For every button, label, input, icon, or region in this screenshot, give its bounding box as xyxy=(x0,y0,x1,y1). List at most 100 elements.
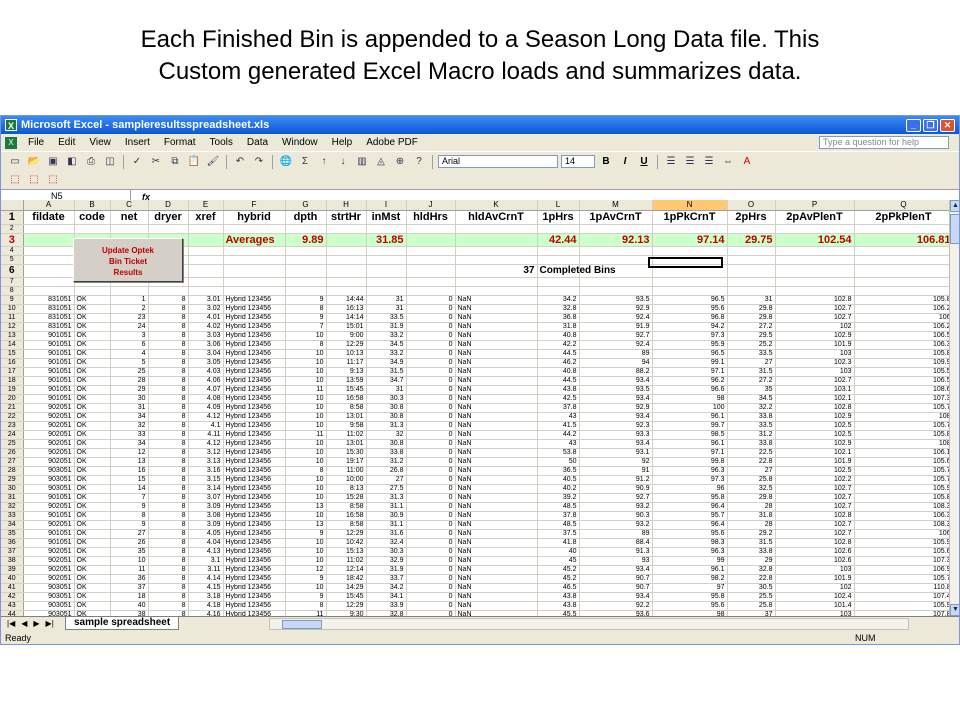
data-cell[interactable]: 93.4 xyxy=(579,412,653,422)
data-cell[interactable]: 31 xyxy=(366,385,407,395)
data-cell[interactable]: 98.5 xyxy=(652,430,728,440)
data-cell[interactable]: OK xyxy=(74,502,111,512)
data-cell[interactable]: 48.5 xyxy=(537,502,580,512)
data-cell[interactable]: 33.8 xyxy=(727,439,776,449)
data-cell[interactable]: 8 xyxy=(148,556,189,566)
menu-item-data[interactable]: Data xyxy=(240,137,275,148)
completed-count[interactable]: 37 xyxy=(455,264,538,278)
data-cell[interactable]: 1 xyxy=(110,295,149,305)
data-cell[interactable]: 32.4 xyxy=(366,538,407,548)
data-cell[interactable]: OK xyxy=(74,403,111,413)
average-cell[interactable]: 97.14 xyxy=(652,233,728,247)
data-cell[interactable]: OK xyxy=(74,466,111,476)
data-cell[interactable]: NaN xyxy=(455,394,538,404)
data-cell[interactable]: 8 xyxy=(148,331,189,341)
cell[interactable] xyxy=(406,246,456,256)
menu-item-window[interactable]: Window xyxy=(275,137,325,148)
data-cell[interactable]: 8 xyxy=(148,394,189,404)
data-cell[interactable]: 34.5 xyxy=(727,394,776,404)
data-cell[interactable]: OK xyxy=(74,340,111,350)
permission-icon[interactable]: ◧ xyxy=(64,155,80,169)
data-cell[interactable]: 16:13 xyxy=(326,304,367,314)
data-cell[interactable]: 831051 xyxy=(23,313,75,323)
data-cell[interactable]: 107.4 xyxy=(854,592,949,602)
data-cell[interactable]: 15:13 xyxy=(326,547,367,557)
data-cell[interactable]: 40.8 xyxy=(537,367,580,377)
data-cell[interactable]: 36 xyxy=(110,574,149,584)
row-number[interactable]: 36 xyxy=(1,538,24,548)
data-cell[interactable]: 43.8 xyxy=(537,601,580,611)
data-cell[interactable]: 40.8 xyxy=(537,331,580,341)
data-cell[interactable]: 11:02 xyxy=(326,556,367,566)
data-cell[interactable]: 15:45 xyxy=(326,385,367,395)
data-cell[interactable]: 40.5 xyxy=(537,475,580,485)
data-cell[interactable]: 10:13 xyxy=(326,349,367,359)
cell[interactable] xyxy=(579,277,653,287)
data-cell[interactable]: 16 xyxy=(110,466,149,476)
data-cell[interactable]: 102.2 xyxy=(775,475,855,485)
data-cell[interactable]: 105.7 xyxy=(854,466,949,476)
data-cell[interactable]: 105.7 xyxy=(854,421,949,431)
data-cell[interactable]: 99.7 xyxy=(652,421,728,431)
data-cell[interactable]: Hybrid 123456 xyxy=(223,439,286,449)
data-cell[interactable]: OK xyxy=(74,430,111,440)
data-cell[interactable]: 88.4 xyxy=(579,538,653,548)
workbook-icon[interactable]: X xyxy=(5,136,17,149)
data-cell[interactable]: OK xyxy=(74,358,111,368)
data-cell[interactable]: 8 xyxy=(148,349,189,359)
row-number[interactable]: 8 xyxy=(1,286,24,296)
data-cell[interactable]: 25.5 xyxy=(727,592,776,602)
data-cell[interactable]: Hybrid 123456 xyxy=(223,538,286,548)
cell[interactable] xyxy=(775,246,855,256)
data-cell[interactable]: 10 xyxy=(285,403,327,413)
data-cell[interactable]: 105.8 xyxy=(854,295,949,305)
data-cell[interactable]: 102 xyxy=(775,583,855,593)
data-cell[interactable]: 8 xyxy=(148,520,189,530)
data-cell[interactable]: 2 xyxy=(110,304,149,314)
data-cell[interactable]: 9 xyxy=(285,529,327,539)
data-cell[interactable]: 4.12 xyxy=(188,439,224,449)
autosum-icon[interactable]: Σ xyxy=(297,155,313,169)
data-cell[interactable]: 0 xyxy=(406,358,456,368)
data-cell[interactable]: 903051 xyxy=(23,484,75,494)
data-cell[interactable]: 8 xyxy=(148,430,189,440)
data-cell[interactable]: 101.9 xyxy=(775,574,855,584)
data-cell[interactable]: 3.04 xyxy=(188,349,224,359)
cell[interactable] xyxy=(727,224,776,234)
cell[interactable] xyxy=(579,224,653,234)
data-cell[interactable]: 902051 xyxy=(23,439,75,449)
cell[interactable] xyxy=(455,233,538,247)
row-number[interactable]: 11 xyxy=(1,313,24,323)
cell[interactable] xyxy=(23,246,75,256)
data-cell[interactable]: OK xyxy=(74,439,111,449)
header-cell[interactable]: hldAvCrnT xyxy=(455,210,538,225)
data-cell[interactable]: NaN xyxy=(455,403,538,413)
data-cell[interactable]: 96.6 xyxy=(652,385,728,395)
data-cell[interactable]: Hybrid 123456 xyxy=(223,511,286,521)
cell[interactable] xyxy=(775,286,855,296)
data-cell[interactable]: 903051 xyxy=(23,466,75,476)
data-cell[interactable]: 102.7 xyxy=(775,376,855,386)
data-cell[interactable]: 31.5 xyxy=(727,538,776,548)
data-cell[interactable]: 18 xyxy=(110,592,149,602)
data-cell[interactable]: 3.01 xyxy=(188,295,224,305)
data-cell[interactable]: 102.1 xyxy=(775,448,855,458)
data-cell[interactable]: 10 xyxy=(285,367,327,377)
data-cell[interactable]: 8 xyxy=(148,412,189,422)
data-cell[interactable]: 9:58 xyxy=(326,421,367,431)
column-header-b[interactable]: B xyxy=(74,200,111,211)
row-number[interactable]: 34 xyxy=(1,520,24,530)
data-cell[interactable]: 46.5 xyxy=(537,583,580,593)
data-cell[interactable]: 34.2 xyxy=(537,295,580,305)
data-cell[interactable]: 10 xyxy=(285,448,327,458)
data-cell[interactable]: 96.5 xyxy=(652,295,728,305)
data-cell[interactable]: 4.06 xyxy=(188,376,224,386)
data-cell[interactable]: 28 xyxy=(727,520,776,530)
data-cell[interactable]: 14:29 xyxy=(326,583,367,593)
data-cell[interactable]: 12:29 xyxy=(326,340,367,350)
data-cell[interactable]: 28 xyxy=(727,502,776,512)
column-header-i[interactable]: I xyxy=(366,200,407,211)
menu-item-view[interactable]: View xyxy=(82,137,118,148)
data-cell[interactable]: 3.06 xyxy=(188,340,224,350)
data-cell[interactable]: 108 xyxy=(854,412,949,422)
